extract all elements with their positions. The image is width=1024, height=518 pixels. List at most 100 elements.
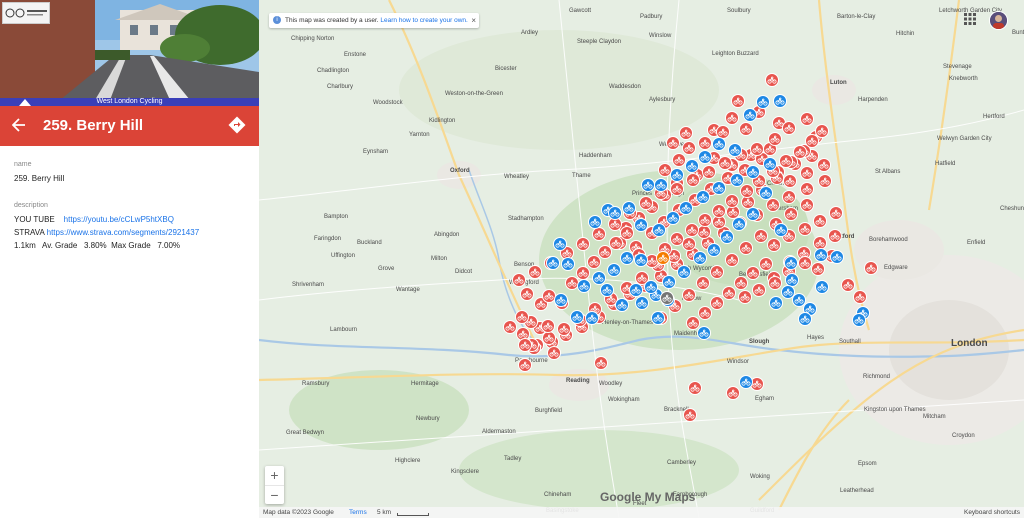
cycling-marker-blue[interactable] (728, 143, 742, 157)
cycling-marker-red[interactable] (658, 163, 672, 177)
cycling-marker-red[interactable] (734, 276, 748, 290)
cycling-marker-red[interactable] (592, 227, 606, 241)
cycling-marker-red[interactable] (576, 237, 590, 251)
cycling-marker-blue[interactable] (773, 94, 787, 108)
cycling-marker-red[interactable] (829, 206, 843, 220)
cycling-marker-red[interactable] (800, 182, 814, 196)
cycling-marker-red[interactable] (722, 286, 736, 300)
cycling-marker-red[interactable] (782, 190, 796, 204)
cycling-marker-blue[interactable] (781, 285, 795, 299)
cycling-marker-red[interactable] (528, 265, 542, 279)
cycling-marker-red[interactable] (688, 381, 702, 395)
cycling-marker-red[interactable] (670, 232, 684, 246)
cycling-marker-blue[interactable] (769, 296, 783, 310)
cycling-marker-blue[interactable] (546, 256, 560, 270)
cycling-marker-red[interactable] (798, 256, 812, 270)
cycling-marker-blue[interactable] (561, 257, 575, 271)
cycling-marker-red[interactable] (766, 198, 780, 212)
cycling-marker-red[interactable] (698, 306, 712, 320)
cycling-marker-red[interactable] (739, 122, 753, 136)
cycling-marker-red[interactable] (783, 174, 797, 188)
cycling-marker-red[interactable] (718, 156, 732, 170)
cycling-marker-blue[interactable] (592, 271, 606, 285)
cycling-marker-red[interactable] (696, 276, 710, 290)
cycling-marker-blue[interactable] (712, 181, 726, 195)
cycling-marker-red[interactable] (813, 236, 827, 250)
cycling-marker-blue[interactable] (608, 206, 622, 220)
cycling-marker-red[interactable] (817, 158, 831, 172)
cycling-marker-red[interactable] (712, 204, 726, 218)
cycling-marker-red[interactable] (746, 266, 760, 280)
cycling-marker-red[interactable] (557, 322, 571, 336)
cycling-marker-red[interactable] (520, 287, 534, 301)
cycling-marker-blue[interactable] (553, 237, 567, 251)
map-canvas[interactable]: Gawcott Padbury Winslow Ardley Steeple Clayd… (259, 0, 1024, 518)
cycling-marker-red[interactable] (679, 126, 693, 140)
cycling-marker-grey[interactable] (660, 291, 674, 305)
cycling-marker-blue[interactable] (732, 217, 746, 231)
cycling-marker-blue[interactable] (739, 375, 753, 389)
cycling-marker-red[interactable] (754, 229, 768, 243)
cycling-marker-red[interactable] (752, 283, 766, 297)
cycling-marker-red[interactable] (698, 213, 712, 227)
cycling-marker-blue[interactable] (830, 250, 844, 264)
cycling-marker-blue[interactable] (798, 312, 812, 326)
cycling-marker-blue[interactable] (814, 248, 828, 262)
cycling-marker-red[interactable] (784, 207, 798, 221)
cycling-marker-red[interactable] (547, 346, 561, 360)
cycling-marker-blue[interactable] (784, 256, 798, 270)
cycling-marker-red[interactable] (698, 136, 712, 150)
cycling-marker-red[interactable] (503, 320, 517, 334)
cycling-marker-red[interactable] (518, 358, 532, 372)
cycling-marker-blue[interactable] (852, 313, 866, 327)
cycling-marker-blue[interactable] (679, 201, 693, 215)
cycling-marker-red[interactable] (542, 289, 556, 303)
cycling-marker-red[interactable] (853, 290, 867, 304)
cycling-marker-red[interactable] (541, 319, 555, 333)
cycling-marker-blue[interactable] (622, 201, 636, 215)
cycling-marker-red[interactable] (685, 223, 699, 237)
cycling-marker-blue[interactable] (696, 190, 710, 204)
cycling-marker-red[interactable] (702, 165, 716, 179)
cycling-marker-red[interactable] (682, 237, 696, 251)
cycling-marker-red[interactable] (716, 125, 730, 139)
cycling-marker-red[interactable] (518, 338, 532, 352)
cycling-marker-blue[interactable] (746, 207, 760, 221)
cycling-marker-red[interactable] (725, 194, 739, 208)
close-icon[interactable]: × (471, 13, 476, 28)
create-map-link[interactable]: Learn how to create your own. (380, 17, 467, 24)
cycling-marker-blue[interactable] (707, 243, 721, 257)
cycling-marker-red[interactable] (512, 273, 526, 287)
cycling-marker-red[interactable] (609, 236, 623, 250)
avatar[interactable] (989, 11, 1008, 30)
cycling-marker-red[interactable] (759, 257, 773, 271)
cycling-marker-blue[interactable] (730, 173, 744, 187)
cycling-marker-blue[interactable] (662, 275, 676, 289)
cycling-marker-red[interactable] (740, 184, 754, 198)
directions-icon[interactable] (228, 116, 246, 134)
cycling-marker-blue[interactable] (774, 223, 788, 237)
cycling-marker-red[interactable] (594, 356, 608, 370)
youtube-link[interactable]: https://youtu.be/cCLwP5htXBQ (64, 215, 174, 224)
cycling-marker-blue[interactable] (666, 211, 680, 225)
strava-link[interactable]: https://www.strava.com/segments/2921437 (47, 228, 200, 237)
cycling-marker-red[interactable] (750, 142, 764, 156)
cycling-marker-red[interactable] (682, 288, 696, 302)
cycling-marker-red[interactable] (666, 136, 680, 150)
cycling-marker-red[interactable] (686, 316, 700, 330)
cycling-marker-blue[interactable] (615, 298, 629, 312)
cycling-marker-blue[interactable] (554, 293, 568, 307)
cycling-marker-red[interactable] (565, 276, 579, 290)
cycling-marker-red[interactable] (515, 310, 529, 324)
cycling-marker-red[interactable] (779, 154, 793, 168)
cycling-marker-red[interactable] (768, 132, 782, 146)
cycling-marker-red[interactable] (828, 229, 842, 243)
cycling-marker-blue[interactable] (588, 215, 602, 229)
cycling-marker-red[interactable] (767, 238, 781, 252)
cycling-marker-blue[interactable] (607, 263, 621, 277)
cycling-marker-blue[interactable] (651, 311, 665, 325)
cycling-marker-red[interactable] (813, 214, 827, 228)
cycling-marker-red[interactable] (670, 182, 684, 196)
cycling-marker-blue[interactable] (759, 186, 773, 200)
cycling-marker-blue[interactable] (746, 165, 760, 179)
